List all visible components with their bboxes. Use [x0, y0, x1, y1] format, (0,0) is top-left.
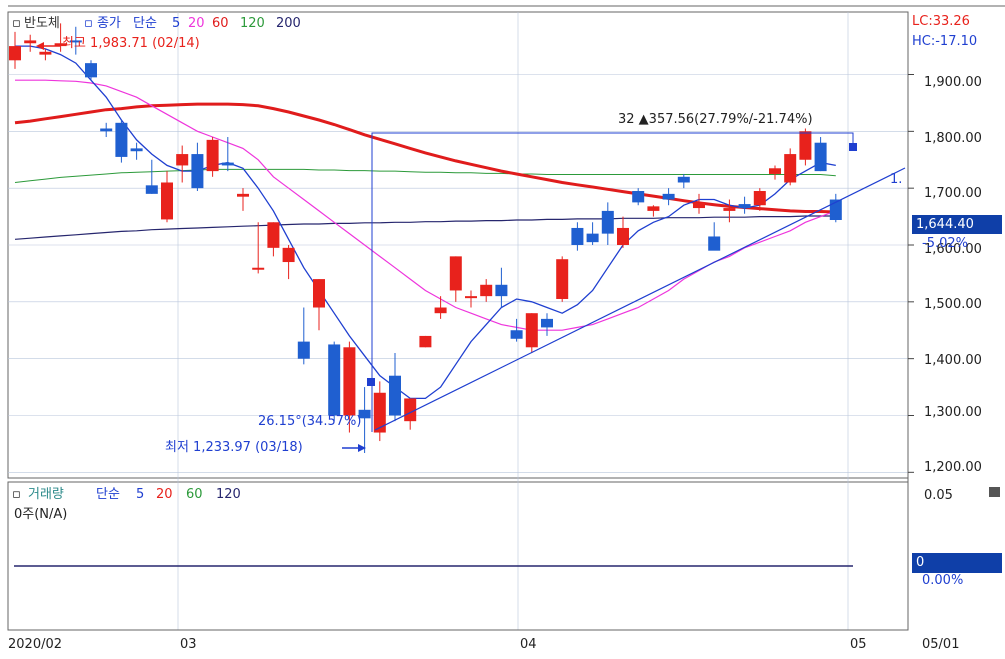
candle-body [480, 284, 493, 297]
candle-body [282, 247, 295, 263]
candle-body [586, 233, 599, 243]
x-label-feb: 2020/02 [8, 637, 63, 652]
candle-body [632, 191, 645, 203]
price-axis-ticks [908, 74, 914, 473]
volume-square-icon: ▫ [12, 487, 21, 502]
ma-type-label: 단순 [133, 16, 157, 31]
x-label-right: 05/01 [922, 637, 960, 652]
candle-body [753, 191, 766, 206]
candle-body [145, 185, 158, 194]
y-tick-1200: 1,200.00 [924, 460, 982, 475]
high-annotation: 최고 1,983.71 (02/14) [62, 36, 200, 51]
candle-body [115, 122, 128, 157]
price-label: ▫ 종가 [84, 16, 121, 31]
ma120-label: 120 [240, 16, 265, 31]
candle-body [541, 318, 553, 328]
ma5-label: 5 [172, 16, 181, 31]
panel-square-icon: ▫ [12, 16, 21, 31]
lc-value: LC:33.26 [912, 14, 970, 29]
volume-title: 거래량 [28, 487, 64, 502]
candle-body [677, 176, 690, 183]
candle-body [647, 206, 660, 211]
volume-current-box [912, 553, 1002, 573]
candle-body [495, 284, 508, 297]
candle-body [784, 154, 797, 183]
candle-body [449, 256, 462, 291]
price-change: -5.02% [922, 236, 968, 251]
volume-ma5: 5 [136, 487, 145, 502]
candle-body [814, 142, 827, 172]
volume-ma60: 60 [186, 487, 203, 502]
collapse-icon[interactable] [989, 487, 1000, 497]
candle-body [693, 202, 705, 209]
candle-body [297, 341, 310, 359]
y-tick-1800: 1,800.00 [924, 131, 982, 146]
candle-body [769, 168, 781, 174]
candle-body [206, 139, 219, 172]
current-price: 1,644.40 [916, 217, 974, 232]
candle-body [24, 40, 37, 44]
candle-body [404, 398, 417, 422]
candle-body [799, 131, 812, 160]
candle-body [252, 267, 265, 270]
candle-body [9, 46, 21, 61]
candle-body [389, 375, 401, 416]
ma200-label: 200 [276, 16, 301, 31]
y-tick-1700: 1,700.00 [924, 186, 982, 201]
y-tick-1300: 1,300.00 [924, 405, 982, 420]
candle-body [556, 259, 569, 299]
y-tick-1400: 1,400.00 [924, 353, 982, 368]
candle-body [601, 210, 614, 234]
volume-value: 0주(N/A) [14, 507, 68, 522]
candle-body [510, 330, 523, 339]
trend-marker: 1. [890, 172, 903, 187]
ma60-label: 60 [212, 16, 229, 31]
candle-body [191, 154, 204, 189]
candle-body [571, 227, 584, 245]
measure-handle[interactable] [849, 143, 857, 151]
candle-body [237, 193, 249, 197]
candle-body [328, 344, 341, 416]
candle-body [161, 182, 173, 220]
volume-panel[interactable] [7, 481, 909, 631]
x-label-mar: 03 [180, 637, 197, 652]
angle-annotation: 26.15°(34.57%) [258, 414, 362, 429]
candle-body [373, 392, 386, 433]
volume-tick: 0.05 [924, 488, 953, 503]
volume-ma-type: 단순 [96, 487, 120, 502]
volume-ma20: 20 [156, 487, 173, 502]
low-annotation: 최저 1,233.97 (03/18) [165, 440, 303, 455]
candle-body [738, 204, 751, 209]
y-tick-1900: 1,900.00 [924, 75, 982, 90]
x-label-may: 05 [850, 637, 867, 652]
candle-body [434, 307, 447, 314]
range-annotation: 32 ▲357.56(27.79%/-21.74%) [618, 112, 813, 127]
candle-body [39, 51, 52, 55]
candle-body [343, 347, 356, 416]
candle-body [708, 236, 721, 251]
volume-current: 0 [916, 555, 925, 570]
candle-body [662, 193, 675, 200]
candle-body [723, 208, 736, 211]
candle-body [465, 296, 477, 299]
x-label-apr: 04 [520, 637, 537, 652]
candle-body [221, 162, 234, 166]
candle-body [419, 335, 432, 348]
symbol-name: 반도체 [24, 16, 60, 31]
measure-handle-start[interactable] [367, 378, 375, 386]
volume-change: 0.00% [922, 573, 964, 588]
volume-ma120: 120 [216, 487, 241, 502]
hc-value: HC:-17.10 [912, 34, 978, 49]
candle-body [617, 227, 629, 245]
candle-body [525, 313, 538, 348]
ma20-label: 20 [188, 16, 205, 31]
candle-body [176, 154, 189, 166]
candle-body [267, 222, 280, 248]
stock-chart[interactable] [0, 0, 1005, 659]
y-tick-1500: 1,500.00 [924, 297, 982, 312]
candle-body [85, 63, 97, 78]
candle-body [100, 128, 113, 132]
candle-body [130, 148, 143, 152]
candle-body [313, 279, 325, 308]
